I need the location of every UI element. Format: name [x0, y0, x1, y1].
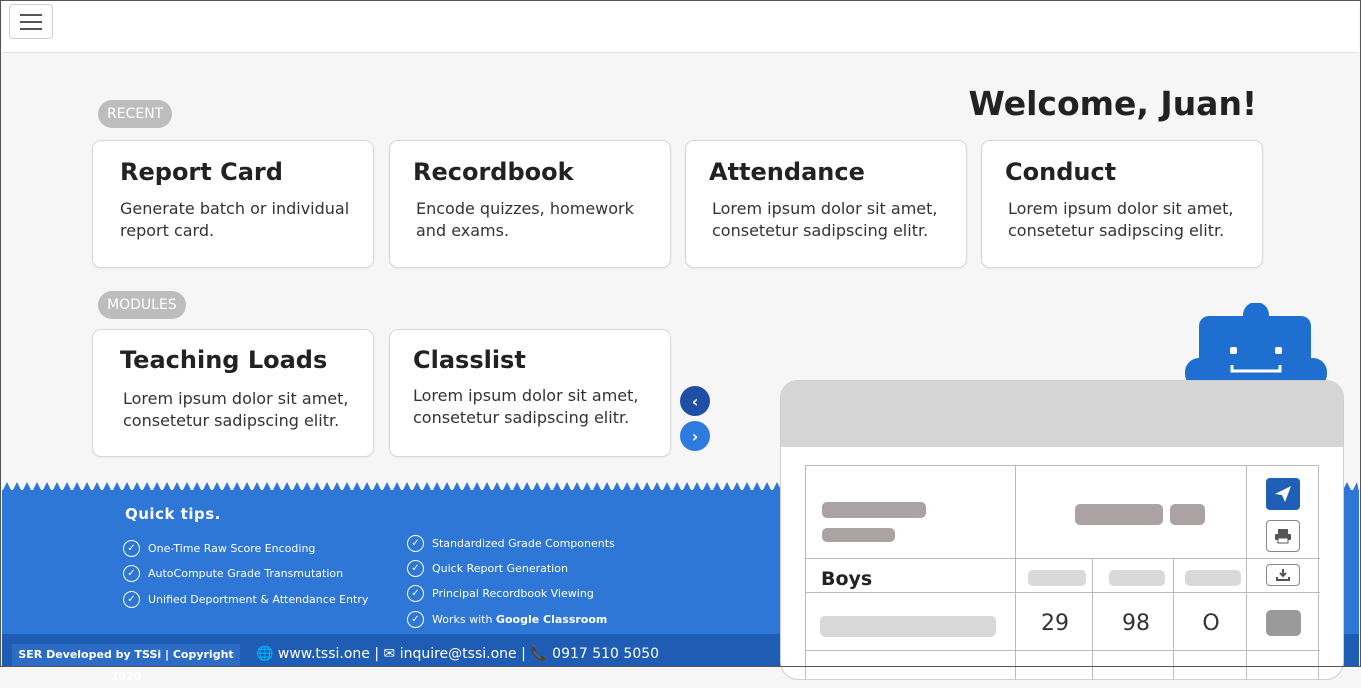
phone-number: 0917 510 5050: [552, 646, 660, 662]
copyright-text: SER Developed by TSSi | Copyright 2020: [12, 644, 240, 683]
tip-item: ✓ Standardized Grade Components: [407, 535, 615, 552]
print-icon: [1266, 520, 1300, 552]
card-description: Encode quizzes, homework and exams.: [416, 199, 634, 240]
check-circle-icon: ✓: [407, 535, 424, 552]
tip-text-prefix: Works with: [432, 613, 496, 626]
hamburger-menu-icon: [20, 13, 42, 16]
tip-item: ✓ Principal Recordbook Viewing: [407, 585, 594, 602]
card-title: Attendance: [709, 158, 865, 186]
card-title: Classlist: [413, 346, 526, 374]
contact-info: 🌐 www.tssi.one | ✉ inquire@tssi.one | 📞 …: [256, 646, 659, 662]
check-circle-icon: ✓: [123, 565, 140, 582]
separator: |: [521, 646, 526, 662]
score-value: O: [1202, 611, 1220, 636]
tip-text: Standardized Grade Components: [432, 537, 615, 550]
card-conduct[interactable]: Conduct Lorem ipsum dolor sit amet, cons…: [981, 140, 1263, 268]
card-description: Lorem ipsum dolor sit amet, consetetur s…: [1008, 199, 1234, 240]
score-value: 29: [1041, 611, 1069, 636]
card-recordbook[interactable]: Recordbook Encode quizzes, homework and …: [389, 140, 671, 268]
card-report-card[interactable]: Report Card Generate batch or individual…: [92, 140, 374, 268]
card-attendance[interactable]: Attendance Lorem ipsum dolor sit amet, c…: [685, 140, 967, 268]
card-teaching-loads[interactable]: Teaching Loads Lorem ipsum dolor sit ame…: [92, 329, 374, 457]
hamburger-menu-button[interactable]: [9, 4, 53, 39]
quick-tips-title: Quick tips.: [125, 505, 221, 523]
card-title: Teaching Loads: [120, 346, 328, 374]
globe-icon: 🌐: [256, 646, 274, 662]
check-circle-icon: ✓: [407, 560, 424, 577]
boys-label: Boys: [821, 568, 873, 590]
hamburger-menu-icon-line: [20, 27, 42, 30]
tip-item: ✓ Works with Google Classroom: [407, 611, 607, 628]
card-description: Generate batch or individual report card…: [120, 199, 350, 240]
card-title: Report Card: [120, 158, 283, 186]
tip-item: ✓ One-Time Raw Score Encoding: [123, 540, 315, 557]
send-icon: [1266, 478, 1300, 510]
tip-text: Unified Deportment & Attendance Entry: [148, 593, 369, 606]
check-circle-icon: ✓: [407, 611, 424, 628]
recent-section-label: RECENT: [98, 100, 173, 128]
tip-text: Works with Google Classroom: [432, 613, 607, 626]
phone-icon: 📞: [530, 646, 548, 662]
download-icon: [1266, 564, 1300, 586]
separator: |: [374, 646, 380, 662]
carousel-prev-button[interactable]: ‹: [680, 386, 710, 416]
tip-item: ✓ Quick Report Generation: [407, 560, 568, 577]
tip-text: Principal Recordbook Viewing: [432, 587, 594, 600]
tip-text: One-Time Raw Score Encoding: [148, 542, 316, 555]
mascot-illustration: [1185, 303, 1327, 383]
tip-text: AutoCompute Grade Transmutation: [148, 567, 344, 580]
recordbook-illustration-panel: Boys 29 98 O: [780, 380, 1344, 680]
panel-header: [781, 381, 1343, 447]
illustration-table: Boys 29 98 O: [805, 465, 1320, 679]
welcome-heading: Welcome, Juan!: [968, 84, 1257, 123]
card-description: Lorem ipsum dolor sit amet, consetetur s…: [123, 389, 349, 430]
tip-text: Quick Report Generation: [432, 562, 568, 575]
check-circle-icon: ✓: [123, 591, 140, 608]
google-classroom-label: Google Classroom: [495, 613, 608, 626]
hamburger-menu-icon-line: [20, 20, 42, 23]
card-description: Lorem ipsum dolor sit amet, consetetur s…: [712, 199, 938, 240]
chevron-left-icon: ‹: [691, 391, 699, 411]
website-link[interactable]: www.tssi.one: [278, 646, 370, 662]
check-circle-icon: ✓: [407, 585, 424, 602]
tip-item: ✓ Unified Deportment & Attendance Entry: [123, 591, 368, 608]
score-value: 98: [1122, 611, 1150, 636]
card-classlist[interactable]: Classlist Lorem ipsum dolor sit amet, co…: [389, 329, 671, 457]
check-circle-icon: ✓: [123, 540, 140, 557]
card-description: Lorem ipsum dolor sit amet, consetetur s…: [413, 386, 639, 427]
chevron-right-icon: ›: [691, 426, 699, 446]
modules-section-label: MODULES: [98, 291, 186, 319]
mail-icon: ✉: [383, 646, 396, 662]
top-bar: [2, 1, 1359, 53]
email-link[interactable]: inquire@tssi.one: [400, 646, 517, 662]
carousel-next-button[interactable]: ›: [680, 421, 710, 451]
card-title: Conduct: [1005, 158, 1117, 186]
tip-item: ✓ AutoCompute Grade Transmutation: [123, 565, 343, 582]
card-title: Recordbook: [413, 158, 574, 186]
